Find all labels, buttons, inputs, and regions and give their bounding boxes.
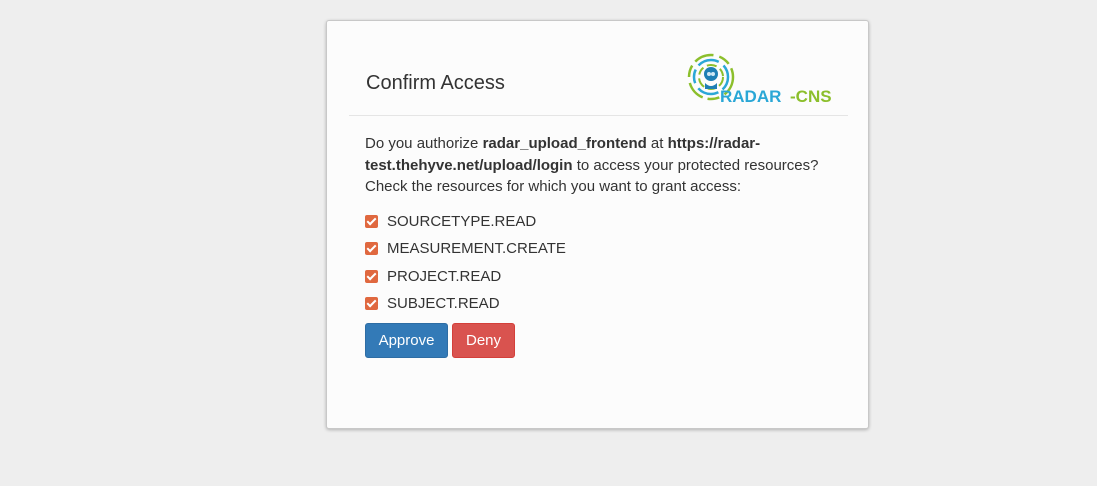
- scope-item-project-read[interactable]: PROJECT.READ: [365, 263, 566, 290]
- radar-cns-logo: RADAR -CNS: [687, 53, 832, 106]
- grant-instruction: Check the resources for which you want t…: [365, 178, 742, 195]
- scope-checkbox[interactable]: [365, 215, 378, 229]
- page-title: Confirm Access: [366, 72, 505, 94]
- scope-label: SUBJECT.READ: [387, 295, 500, 313]
- prompt-part-3: to access your protected resources?: [572, 156, 819, 174]
- scope-item-subject-read[interactable]: SUBJECT.READ: [365, 290, 566, 317]
- prompt-part-2: at: [646, 135, 668, 152]
- deny-button[interactable]: Deny: [452, 323, 515, 358]
- prompt-part-1: Do you authorize: [365, 135, 483, 152]
- scope-item-sourcetype-read[interactable]: SOURCETYPE.READ: [365, 208, 566, 235]
- approve-button[interactable]: Approve: [365, 323, 448, 358]
- client-name: radar_upload_frontend: [482, 135, 647, 152]
- scope-label: SOURCETYPE.READ: [387, 213, 537, 231]
- scope-checkbox[interactable]: [365, 242, 378, 256]
- action-buttons: Approve Deny: [365, 323, 515, 358]
- logo-text-radar: RADAR: [720, 87, 781, 106]
- scope-checkbox[interactable]: [365, 269, 378, 283]
- scope-item-measurement-create[interactable]: MEASUREMENT.CREATE: [365, 235, 566, 262]
- dialog-header: Confirm Access RADAR -CNS: [349, 49, 848, 116]
- scope-list: SOURCETYPE.READ MEASUREMENT.CREATE PROJE…: [365, 208, 566, 317]
- scope-checkbox[interactable]: [365, 297, 378, 311]
- scope-label: MEASUREMENT.CREATE: [387, 240, 566, 258]
- scope-label: PROJECT.READ: [387, 267, 502, 285]
- confirm-access-dialog: Confirm Access RADAR -CNS Do you authori…: [326, 20, 869, 429]
- access-prompt: Do you authorize radar_upload_frontend a…: [365, 133, 825, 198]
- logo-text-cns: -CNS: [790, 87, 832, 106]
